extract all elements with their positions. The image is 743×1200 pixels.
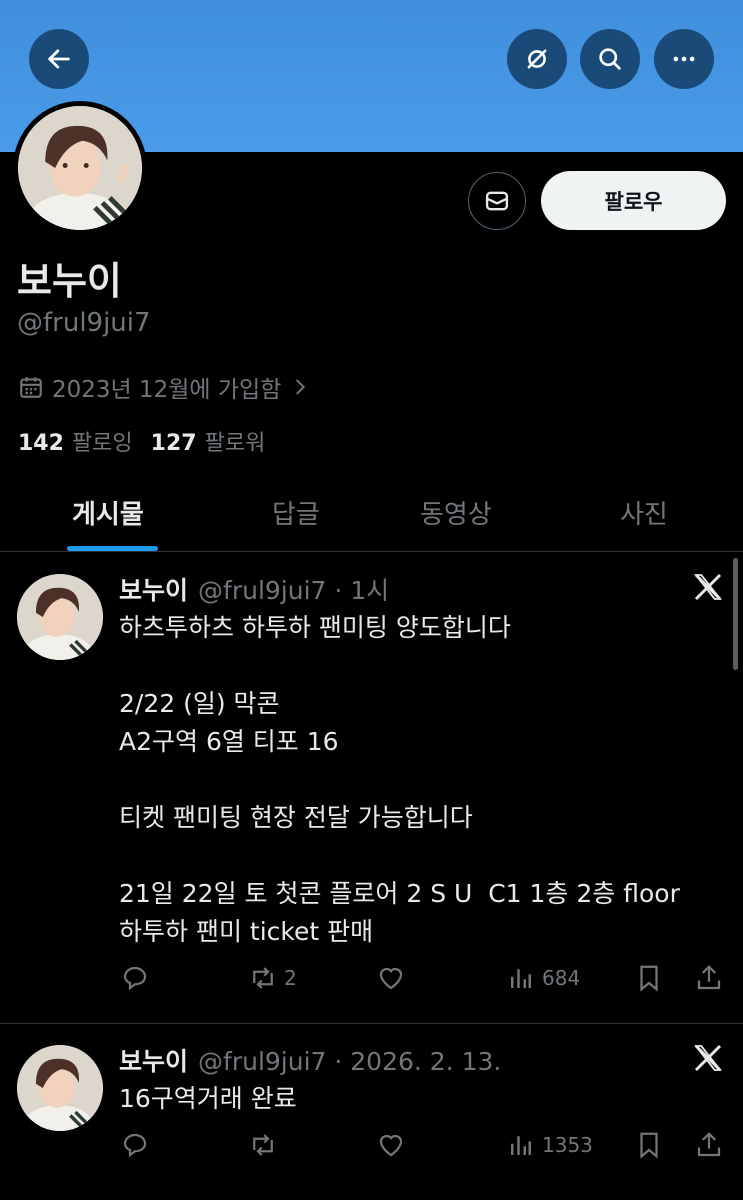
post-avatar[interactable] [17, 1045, 103, 1131]
bar-chart-icon [511, 1136, 531, 1155]
tab-photos[interactable]: 사진 [620, 494, 668, 531]
like-button[interactable] [376, 963, 406, 993]
share-button[interactable] [694, 1130, 724, 1160]
active-tab-indicator [67, 546, 158, 551]
like-button[interactable] [376, 1130, 406, 1160]
bar-chart-icon [511, 969, 531, 988]
bookmark-icon [640, 965, 658, 992]
post-author[interactable]: 보누이 [119, 1047, 188, 1076]
envelope-icon [485, 191, 509, 211]
retweet-icon [253, 967, 273, 989]
message-button[interactable] [468, 172, 526, 230]
follow-stats: 142 팔로잉 127 팔로워 [18, 425, 265, 457]
notifications-off-button[interactable] [507, 29, 567, 89]
profile-avatar[interactable] [13, 101, 147, 235]
more-button[interactable] [654, 29, 714, 89]
tab-replies[interactable]: 답글 [272, 494, 320, 531]
reply-icon [123, 1133, 147, 1158]
followers-count: 127 [150, 431, 197, 456]
post-text: 16구역거래 완료 [119, 1084, 297, 1113]
retweet-button[interactable]: 2 [248, 963, 297, 993]
reply-button[interactable] [120, 1130, 150, 1160]
following-count: 142 [18, 431, 64, 456]
tab-videos[interactable]: 동영상 [420, 494, 492, 531]
post-header: 보누이 @frul9jui7 · 2026. 2. 13. [119, 1042, 501, 1078]
joined-label: 2023년 12월에 가입함 [52, 377, 282, 403]
follow-button[interactable]: 팔로우 [541, 171, 726, 230]
retweet-button[interactable] [248, 1130, 278, 1160]
view-count: 684 [542, 966, 581, 990]
calendar-icon [20, 377, 42, 398]
bookmark-icon [640, 1132, 658, 1159]
bookmark-button[interactable] [634, 1130, 664, 1160]
slashed-circle-icon [527, 49, 547, 69]
post-meta: @frul9jui7 · 2026. 2. 13. [198, 1047, 502, 1076]
post-meta: @frul9jui7 · 1시 [198, 576, 390, 605]
x-logo-icon [694, 1044, 722, 1072]
followers-stat[interactable]: 127 팔로워 [151, 425, 266, 457]
avatar-photo [17, 1045, 103, 1131]
share-button[interactable] [694, 963, 724, 993]
arrow-left-icon [48, 49, 70, 69]
post-header: 보누이 @frul9jui7 · 1시 [119, 571, 389, 607]
tab-posts[interactable]: 게시물 [72, 494, 144, 531]
display-name: 보누이 [17, 259, 122, 303]
following-stat[interactable]: 142 팔로잉 [18, 425, 133, 457]
joined-date[interactable]: 2023년 12월에 가입함 [18, 370, 311, 404]
post-author[interactable]: 보누이 [119, 576, 188, 605]
post-actions: 1353 [0, 1130, 743, 1170]
handle: @frul9jui7 [17, 308, 151, 338]
scrollbar[interactable] [733, 558, 738, 670]
share-icon [697, 1132, 721, 1157]
x-logo-icon [694, 573, 722, 601]
retweet-icon [253, 1134, 273, 1156]
bookmark-button[interactable] [634, 963, 664, 993]
post[interactable]: 보누이 @frul9jui7 · 2026. 2. 13. 16구역거래 완료 1… [0, 1024, 743, 1200]
heart-icon [379, 967, 403, 990]
views-button[interactable]: 1353 [506, 1130, 593, 1160]
search-button[interactable] [580, 29, 640, 89]
post-text: 하츠투하츠 하투하 팬미팅 양도합니다 2/22 (일) 막콘 A2구역 6열 … [119, 613, 680, 946]
avatar-photo [17, 574, 103, 660]
view-count: 1353 [542, 1133, 593, 1157]
post-actions: 2 684 [0, 963, 743, 1003]
heart-icon [379, 1134, 403, 1157]
views-button[interactable]: 684 [506, 963, 580, 993]
post[interactable]: 보누이 @frul9jui7 · 1시 하츠투하츠 하투하 팬미팅 양도합니다 2… [0, 553, 743, 1023]
search-icon [599, 48, 621, 70]
more-icon [673, 56, 695, 62]
share-icon [697, 965, 721, 990]
retweet-count: 2 [284, 966, 297, 990]
reply-icon [123, 966, 147, 991]
post-avatar[interactable] [17, 574, 103, 660]
followers-label: 팔로워 [204, 431, 266, 456]
chevron-right-icon [296, 379, 306, 395]
back-button[interactable] [29, 29, 89, 89]
avatar-photo [18, 106, 142, 230]
reply-button[interactable] [120, 963, 150, 993]
profile-tabs: 게시물 답글 동영상 사진 [0, 480, 743, 552]
following-label: 팔로잉 [71, 431, 133, 456]
